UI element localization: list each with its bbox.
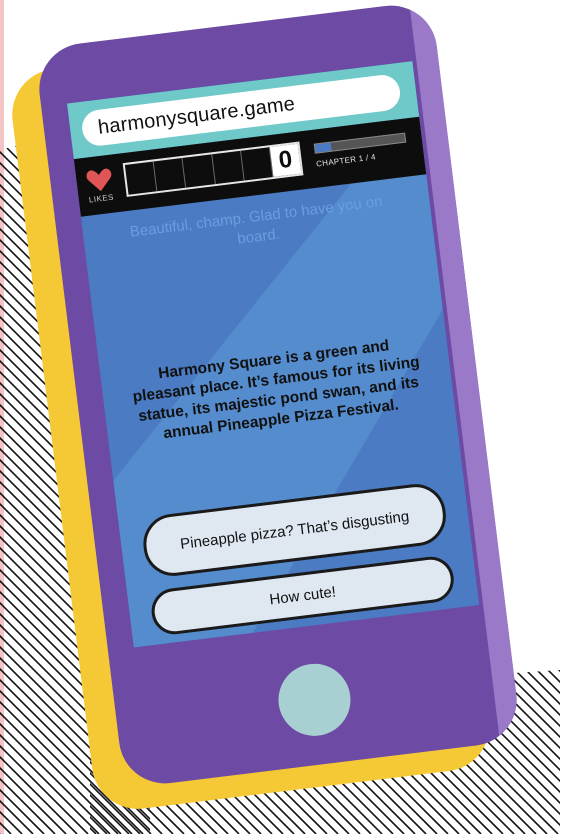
illustration-page: harmonysquare.game LIKES 0 CHAPTER 1 / 4… [0,0,583,834]
counter-cell [153,157,187,192]
home-button[interactable] [274,659,355,740]
likes-label: LIKES [88,192,115,205]
counter-cell [124,161,158,195]
chapter-progress-bar [313,132,407,154]
likes-counter: 0 [122,141,304,197]
hatch-line [537,670,560,834]
choice-label: How cute! [268,582,337,608]
phone-screen: harmonysquare.game LIKES 0 CHAPTER 1 / 4… [66,61,480,648]
hatch-line [559,670,560,834]
counter-cell [211,150,245,185]
heart-icon [86,168,112,192]
choice-label: Pineapple pizza? That’s disgusting [179,507,411,553]
counter-cell [182,154,216,188]
hatch-line [0,110,12,834]
counter-cell [240,147,274,181]
url-text: harmonysquare.game [96,92,297,139]
hatch-line [571,660,583,834]
chapter-progress-fill [314,142,332,153]
chapter-label: CHAPTER 1 / 4 [315,152,377,169]
score-value: 0 [269,143,302,177]
